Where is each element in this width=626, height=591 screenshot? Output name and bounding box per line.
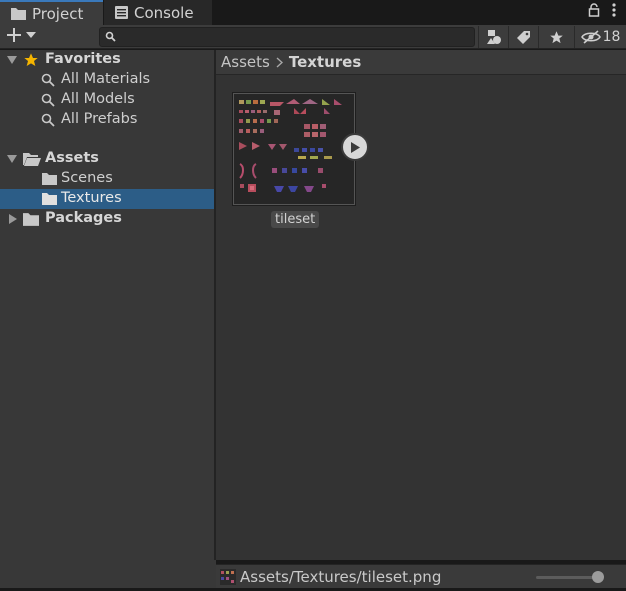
folder-icon bbox=[42, 173, 57, 185]
tab-project-label: Project bbox=[32, 4, 84, 23]
folder-open-icon bbox=[23, 153, 41, 166]
shapes-icon bbox=[486, 30, 501, 44]
icon-size-slider-thumb[interactable] bbox=[592, 571, 604, 583]
tree-label-all-materials: All Materials bbox=[61, 71, 151, 87]
kebab-menu-icon[interactable] bbox=[612, 3, 616, 17]
tree-label-assets: Assets bbox=[45, 150, 99, 166]
texture-file-icon bbox=[220, 569, 236, 585]
save-search-button[interactable] bbox=[538, 26, 574, 48]
plus-icon bbox=[7, 28, 21, 42]
tree-label-packages: Packages bbox=[45, 210, 122, 226]
tab-bar: Project Console bbox=[0, 0, 626, 25]
console-icon bbox=[115, 6, 128, 19]
folder-icon bbox=[11, 8, 26, 20]
tileset-preview-image bbox=[234, 94, 354, 204]
folder-tree: Favorites All Materials All Models All P… bbox=[0, 50, 214, 560]
icon-size-slider-track[interactable] bbox=[536, 576, 598, 579]
play-animation-button[interactable] bbox=[341, 133, 369, 161]
search-input[interactable] bbox=[99, 27, 475, 47]
tree-label-scenes: Scenes bbox=[61, 170, 113, 186]
asset-name-label: tileset bbox=[271, 211, 320, 228]
breadcrumb-assets[interactable]: Assets bbox=[221, 53, 270, 71]
create-button[interactable] bbox=[6, 27, 36, 43]
expand-arrow-icon[interactable] bbox=[7, 154, 17, 164]
tree-item-all-prefabs[interactable]: All Prefabs bbox=[0, 110, 214, 130]
expand-arrow-icon[interactable] bbox=[7, 55, 17, 65]
search-icon bbox=[41, 73, 55, 87]
collapsed-arrow-icon[interactable] bbox=[8, 214, 18, 224]
breadcrumb: Assets Textures bbox=[216, 50, 626, 75]
asset-browser: Assets Textures tileset bbox=[216, 50, 626, 560]
tree-footer bbox=[0, 560, 216, 591]
tab-console[interactable]: Console bbox=[104, 0, 212, 25]
asset-tileset[interactable]: tileset bbox=[233, 93, 369, 228]
tab-console-label: Console bbox=[134, 3, 194, 22]
tree-item-scenes[interactable]: Scenes bbox=[0, 169, 214, 189]
tree-item-assets[interactable]: Assets bbox=[0, 149, 214, 169]
tree-item-all-materials[interactable]: All Materials bbox=[0, 70, 214, 90]
toggle-hidden-packages-button[interactable]: 18 bbox=[574, 26, 626, 48]
chevron-right-icon bbox=[276, 56, 283, 68]
selected-asset-path: Assets/Textures/tileset.png bbox=[240, 568, 442, 586]
tag-icon bbox=[517, 30, 530, 44]
tree-label-favorites: Favorites bbox=[45, 51, 121, 67]
chevron-down-icon bbox=[26, 32, 36, 38]
tree-item-packages[interactable]: Packages bbox=[0, 209, 214, 229]
tree-label-all-prefabs: All Prefabs bbox=[61, 111, 138, 127]
search-icon bbox=[41, 93, 55, 107]
search-icon bbox=[41, 113, 55, 127]
search-icon bbox=[105, 31, 116, 42]
folder-icon bbox=[42, 193, 57, 205]
asset-thumbnail[interactable] bbox=[233, 93, 355, 205]
filter-by-type-button[interactable] bbox=[478, 26, 508, 48]
filter-by-label-button[interactable] bbox=[508, 26, 538, 48]
status-bar: Assets/Textures/tileset.png bbox=[216, 564, 626, 588]
tab-actions bbox=[588, 3, 616, 17]
play-icon bbox=[351, 141, 360, 153]
breadcrumb-textures[interactable]: Textures bbox=[289, 53, 361, 71]
project-toolbar: 18 bbox=[0, 25, 626, 49]
tab-project[interactable]: Project bbox=[0, 0, 103, 25]
lock-icon[interactable] bbox=[588, 3, 600, 17]
star-icon bbox=[550, 30, 563, 43]
eye-hidden-icon bbox=[580, 30, 601, 44]
tree-item-textures[interactable]: Textures bbox=[0, 189, 214, 209]
tree-item-favorites[interactable]: Favorites bbox=[0, 50, 214, 70]
tree-item-all-models[interactable]: All Models bbox=[0, 90, 214, 110]
hidden-count: 18 bbox=[602, 29, 621, 45]
tree-label-all-models: All Models bbox=[61, 91, 135, 107]
star-icon bbox=[24, 53, 38, 66]
folder-icon bbox=[23, 213, 39, 226]
tree-label-textures: Textures bbox=[61, 190, 122, 206]
